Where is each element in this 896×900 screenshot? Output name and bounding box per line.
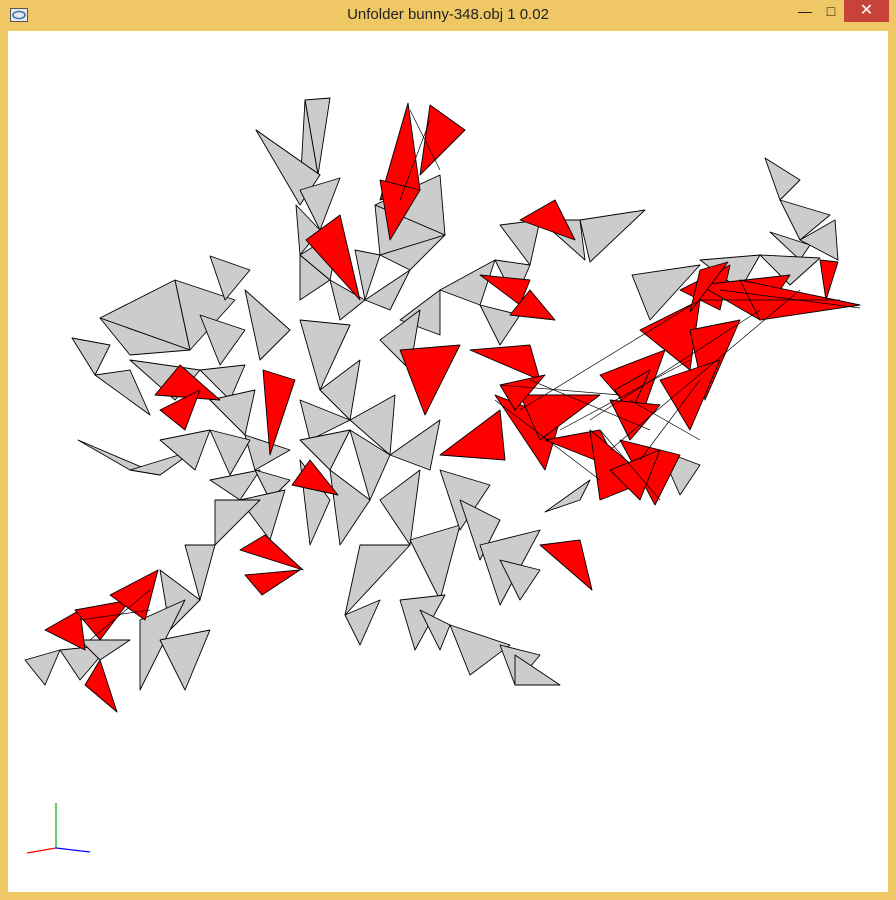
mesh-face — [209, 469, 261, 501]
mesh-face — [24, 649, 61, 686]
overlapping-face — [244, 569, 301, 596]
mesh-face — [239, 489, 286, 541]
mesh-face — [209, 429, 251, 476]
overlapping-face — [539, 539, 593, 591]
title-bar[interactable]: Unfolder bunny-348.obj 1 0.02 — □ ✕ — [0, 0, 896, 30]
mesh-face — [199, 314, 246, 366]
mesh-face — [579, 209, 646, 263]
window-title: Unfolder bunny-348.obj 1 0.02 — [347, 6, 549, 23]
overlapping-face — [239, 534, 304, 571]
mesh-face — [439, 259, 496, 306]
mesh-face — [244, 434, 291, 471]
mesh-face — [764, 157, 801, 201]
mesh-face — [244, 289, 291, 361]
maximize-button[interactable]: □ — [818, 0, 844, 22]
mesh-face — [499, 219, 541, 266]
mesh-face — [329, 469, 371, 546]
mesh-face — [514, 654, 561, 686]
overlapping-face — [419, 104, 466, 176]
minimize-button[interactable]: — — [792, 0, 818, 22]
overlapping-face — [469, 344, 541, 381]
mesh-face — [379, 469, 421, 546]
overlapping-face — [659, 359, 721, 431]
axis-gizmo — [26, 803, 91, 854]
mesh-face — [389, 419, 441, 471]
mesh-face — [214, 499, 261, 546]
overlapping-face — [399, 344, 461, 416]
overlapping-face — [819, 259, 839, 301]
mesh-face — [159, 629, 211, 691]
mesh-face — [71, 337, 111, 376]
app-window: Unfolder bunny-348.obj 1 0.02 — □ ✕ — [0, 0, 896, 900]
mesh-face — [449, 624, 511, 676]
mesh-face — [409, 524, 461, 601]
mesh-face — [94, 369, 151, 416]
z-axis-line — [26, 847, 57, 854]
overlapping-face — [439, 409, 506, 461]
overlapping-face — [44, 609, 86, 651]
close-button[interactable]: ✕ — [844, 0, 889, 22]
mesh-face — [544, 479, 591, 513]
x-axis-line — [55, 847, 91, 853]
overlapping-face — [609, 399, 661, 441]
3d-viewport[interactable] — [8, 31, 888, 892]
unfolded-mesh-canvas[interactable] — [8, 31, 888, 892]
